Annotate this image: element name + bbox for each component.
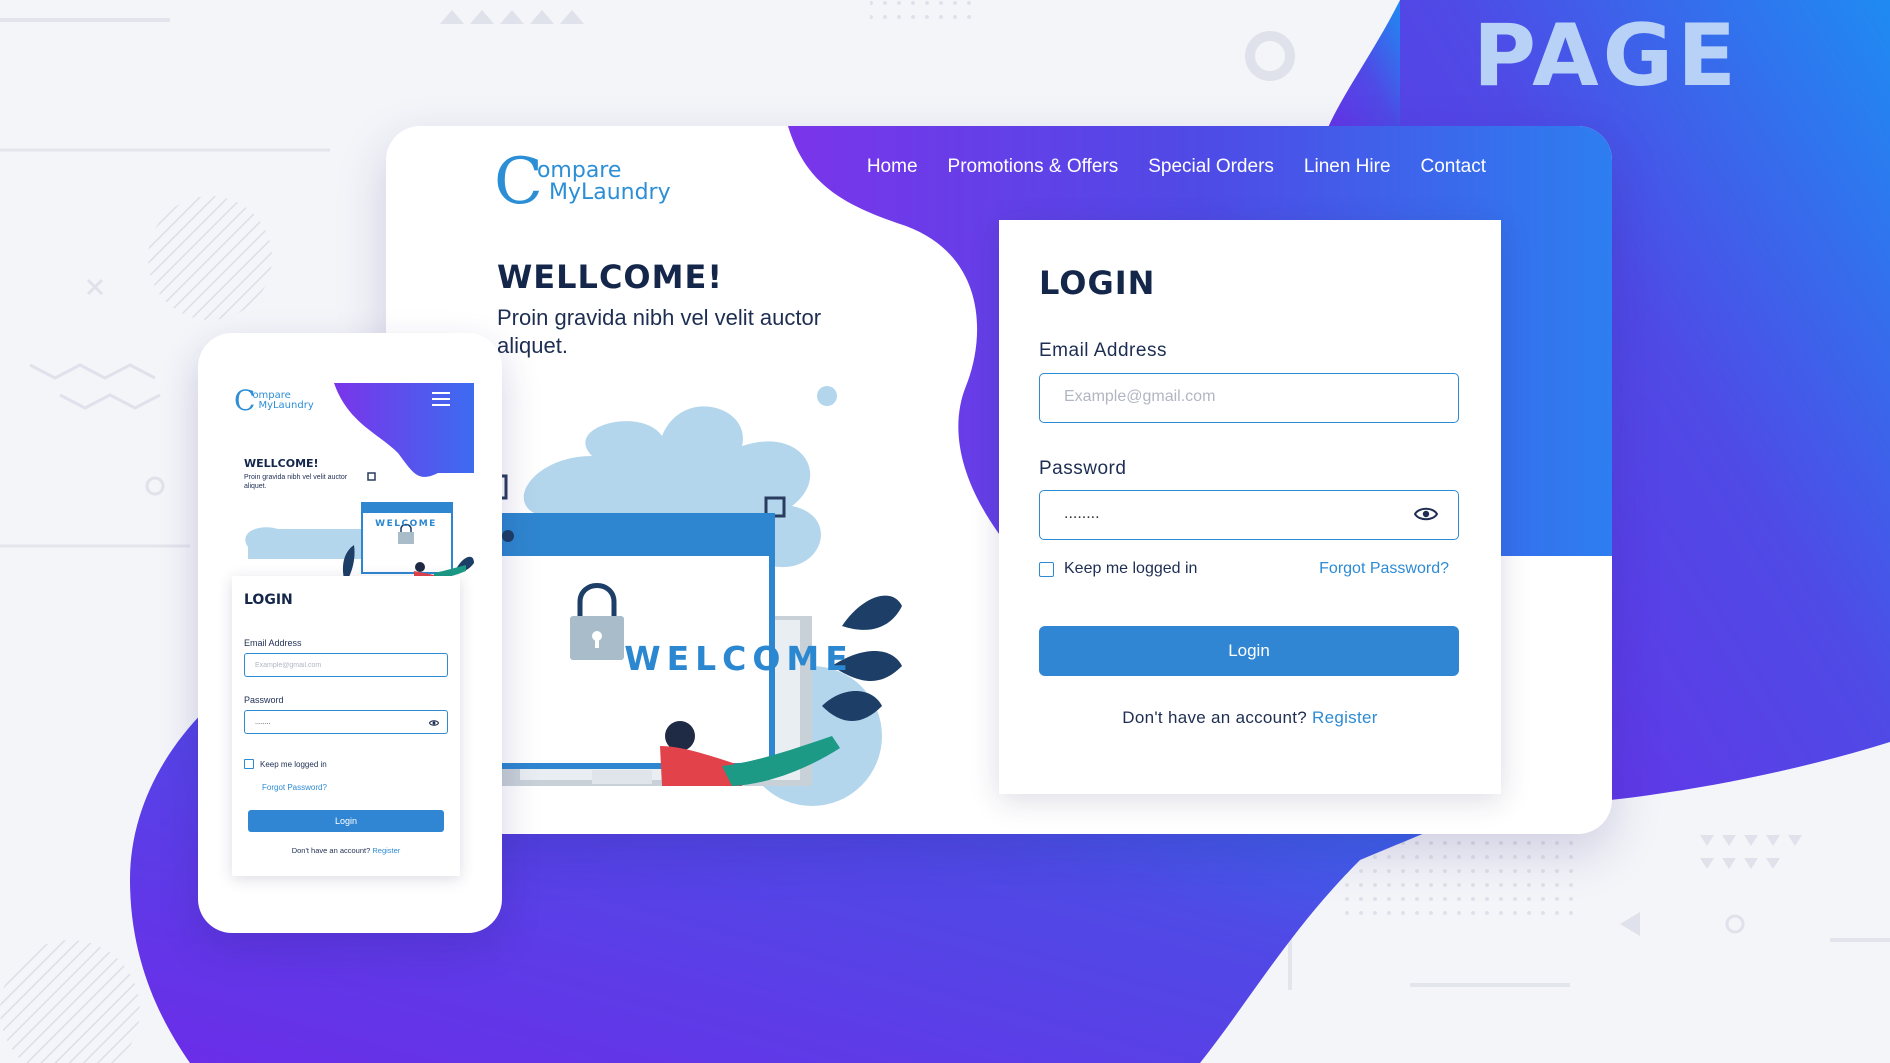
mobile-brand-logo[interactable]: C ompare MyLaundry <box>234 387 314 415</box>
register-link[interactable]: Register <box>1312 708 1378 727</box>
mobile-register-prompt-text: Don't have an account? <box>291 846 371 855</box>
eye-icon[interactable] <box>1414 505 1438 523</box>
mobile-login-card: LOGIN Email Address Password Keep me log… <box>232 576 460 876</box>
main-navigation: Home Promotions & Offers Special Orders … <box>867 156 1486 178</box>
mobile-eye-icon[interactable] <box>429 719 439 727</box>
remember-checkbox[interactable] <box>1039 561 1054 577</box>
mobile-brand-line-2: MyLaundry <box>258 400 314 411</box>
mobile-remember-label: Keep me logged in <box>260 759 327 769</box>
mobile-remember-checkbox[interactable] <box>244 759 254 769</box>
illustration-welcome-text: WELCOME <box>624 639 854 678</box>
mobile-password-input[interactable] <box>245 711 435 734</box>
mobile-login-title: LOGIN <box>244 592 293 608</box>
forgot-password-link[interactable]: Forgot Password? <box>1319 560 1449 578</box>
mobile-login-button[interactable]: Login <box>248 810 444 832</box>
remember-me[interactable]: Keep me logged in <box>1039 560 1197 578</box>
remember-label: Keep me logged in <box>1064 560 1198 577</box>
brand-logo[interactable]: C ompare MyLaundry <box>494 150 671 214</box>
welcome-subtitle: Proin gravida nibh vel velit auctor aliq… <box>497 305 822 358</box>
register-prompt-text: Don't have an account? <box>1122 708 1307 727</box>
mobile-remember-me[interactable]: Keep me logged in <box>244 759 327 769</box>
mobile-register-prompt: Don't have an account? Register <box>232 846 460 855</box>
brand-logo-mark: C <box>494 145 543 219</box>
nav-item-linen-hire[interactable]: Linen Hire <box>1304 156 1391 178</box>
login-card: LOGIN Email Address Password Keep me log… <box>999 220 1501 794</box>
email-field <box>1039 373 1459 423</box>
nav-item-special-orders[interactable]: Special Orders <box>1148 156 1274 178</box>
register-prompt: Don't have an account? Register <box>999 708 1501 728</box>
mobile-brand-logo-text: ompare MyLaundry <box>252 391 313 411</box>
mobile-email-label: Email Address <box>244 638 302 648</box>
welcome-heading: WELLCOME! <box>497 258 723 296</box>
brand-logo-text: ompare MyLaundry <box>537 160 671 204</box>
password-field <box>1039 490 1459 540</box>
mobile-register-link[interactable]: Register <box>372 846 400 855</box>
mobile-password-field <box>244 710 448 734</box>
mobile-email-field <box>244 653 448 677</box>
login-title: LOGIN <box>1039 264 1156 302</box>
email-input[interactable] <box>1040 374 1448 420</box>
hero-word-page: PAGE <box>1472 6 1740 106</box>
desktop-mockup: C ompare MyLaundry Home Promotions & Off… <box>386 126 1612 834</box>
nav-item-promotions[interactable]: Promotions & Offers <box>948 156 1119 178</box>
brand-line-2: MyLaundry <box>548 180 671 205</box>
mobile-password-label: Password <box>244 695 284 705</box>
password-label: Password <box>1039 458 1127 479</box>
nav-item-home[interactable]: Home <box>867 156 918 178</box>
mobile-forgot-password-link[interactable]: Forgot Password? <box>262 783 327 792</box>
mobile-email-input[interactable] <box>245 654 435 677</box>
email-label: Email Address <box>1039 340 1167 361</box>
password-input[interactable] <box>1040 491 1448 537</box>
hamburger-menu-icon[interactable] <box>432 391 450 407</box>
nav-item-contact[interactable]: Contact <box>1421 156 1486 178</box>
mobile-mockup: C ompare MyLaundry WELLCOME! Proin gravi… <box>198 333 502 933</box>
login-button[interactable]: Login <box>1039 626 1459 676</box>
mobile-illustration-welcome-text: WELCOME <box>375 519 437 529</box>
